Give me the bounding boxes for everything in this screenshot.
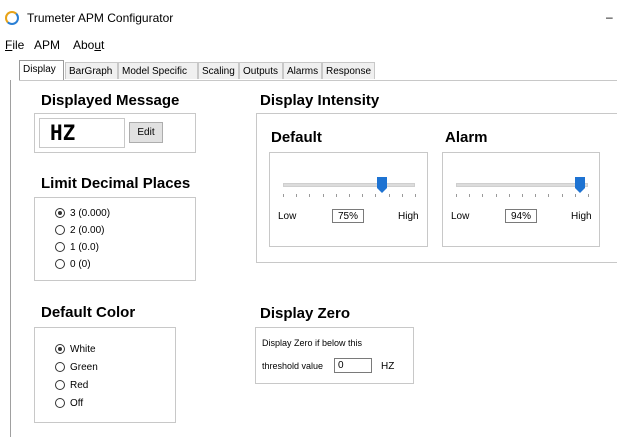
displayed-message-value: HZ bbox=[39, 118, 125, 148]
window-title: Trumeter APM Configurator bbox=[27, 11, 174, 25]
slider-tick bbox=[456, 194, 457, 197]
radio-icon[interactable] bbox=[55, 380, 65, 390]
default-high-label: High bbox=[398, 211, 419, 222]
display-zero-description: Display Zero if below this bbox=[262, 338, 363, 348]
slider-tick bbox=[349, 194, 350, 197]
slider-tick bbox=[574, 194, 576, 197]
slider-tick bbox=[309, 194, 311, 197]
display-intensity-group: Default Alarm Low 75% High Low 94% High bbox=[256, 113, 617, 263]
radio-icon[interactable] bbox=[55, 398, 65, 408]
threshold-unit: HZ bbox=[381, 361, 395, 372]
default-intensity-value: 75% bbox=[332, 209, 364, 223]
displayed-message-group: HZ Edit bbox=[34, 113, 196, 153]
edit-button[interactable]: Edit bbox=[129, 122, 163, 143]
intensity-alarm-heading: Alarm bbox=[445, 129, 488, 146]
app-logo-icon bbox=[5, 11, 19, 25]
slider-tick bbox=[375, 194, 377, 197]
slider-tick bbox=[588, 194, 589, 197]
threshold-label: threshold value bbox=[262, 361, 324, 371]
limit-decimal-group: 3 (0.000) 2 (0.00) 1 (0.0) 0 (0) bbox=[34, 197, 196, 281]
alarm-intensity-slider-box: Low 94% High bbox=[442, 152, 600, 247]
tab-bargraph[interactable]: BarGraph bbox=[65, 62, 118, 79]
slider-tick bbox=[495, 194, 497, 197]
menu-bar: File APM About bbox=[0, 32, 617, 56]
alarm-high-label: High bbox=[571, 211, 592, 222]
radio-icon[interactable] bbox=[55, 344, 65, 354]
threshold-input[interactable]: 0 bbox=[334, 358, 372, 373]
default-intensity-thumb[interactable] bbox=[377, 177, 387, 193]
tab-response[interactable]: Response bbox=[322, 62, 375, 79]
tab-divider bbox=[19, 80, 617, 81]
intensity-default-heading: Default bbox=[271, 129, 322, 146]
slider-tick bbox=[415, 194, 416, 197]
tab-model-specific[interactable]: Model Specific bbox=[118, 62, 198, 79]
default-color-group: White Green Red Off bbox=[34, 327, 176, 423]
slider-tick bbox=[548, 194, 550, 197]
panel-border bbox=[10, 80, 11, 437]
radio-icon[interactable] bbox=[55, 259, 65, 269]
slider-tick bbox=[401, 194, 403, 197]
slider-tick bbox=[322, 194, 324, 197]
display-zero-heading: Display Zero bbox=[260, 305, 351, 322]
slider-tick bbox=[482, 194, 484, 197]
tab-alarms[interactable]: Alarms bbox=[283, 62, 322, 79]
radio-icon[interactable] bbox=[55, 225, 65, 235]
display-intensity-heading: Display Intensity bbox=[260, 92, 380, 109]
slider-tick bbox=[362, 194, 364, 197]
default-intensity-track[interactable] bbox=[283, 183, 415, 187]
menu-apm[interactable]: APM bbox=[34, 38, 60, 52]
tab-scaling[interactable]: Scaling bbox=[198, 62, 239, 79]
tab-outputs[interactable]: Outputs bbox=[239, 62, 283, 79]
default-low-label: Low bbox=[278, 211, 297, 222]
alarm-low-label: Low bbox=[451, 211, 470, 222]
menu-about[interactable]: About bbox=[73, 38, 104, 52]
slider-tick bbox=[335, 194, 337, 197]
radio-icon[interactable] bbox=[55, 242, 65, 252]
slider-tick bbox=[469, 194, 471, 197]
slider-tick bbox=[561, 194, 563, 197]
radio-icon[interactable] bbox=[55, 362, 65, 372]
alarm-intensity-track[interactable] bbox=[456, 183, 588, 187]
default-color-heading: Default Color bbox=[41, 304, 136, 321]
default-intensity-slider-box: Low 75% High bbox=[269, 152, 428, 247]
slider-tick bbox=[508, 194, 510, 197]
display-zero-group: Display Zero if below this threshold val… bbox=[255, 327, 414, 384]
slider-tick bbox=[283, 194, 284, 197]
displayed-message-heading: Displayed Message bbox=[41, 92, 180, 109]
alarm-intensity-thumb[interactable] bbox=[575, 177, 586, 193]
slider-tick bbox=[535, 194, 537, 197]
slider-tick bbox=[522, 194, 523, 197]
radio-icon[interactable] bbox=[55, 208, 65, 218]
tab-display[interactable]: Display bbox=[19, 60, 64, 80]
menu-file[interactable]: File bbox=[5, 38, 24, 52]
limit-decimal-heading: Limit Decimal Places bbox=[41, 175, 191, 192]
slider-tick bbox=[296, 194, 298, 197]
alarm-intensity-value: 94% bbox=[505, 209, 537, 223]
slider-tick bbox=[388, 194, 390, 197]
minimize-button[interactable]: – bbox=[606, 10, 613, 24]
